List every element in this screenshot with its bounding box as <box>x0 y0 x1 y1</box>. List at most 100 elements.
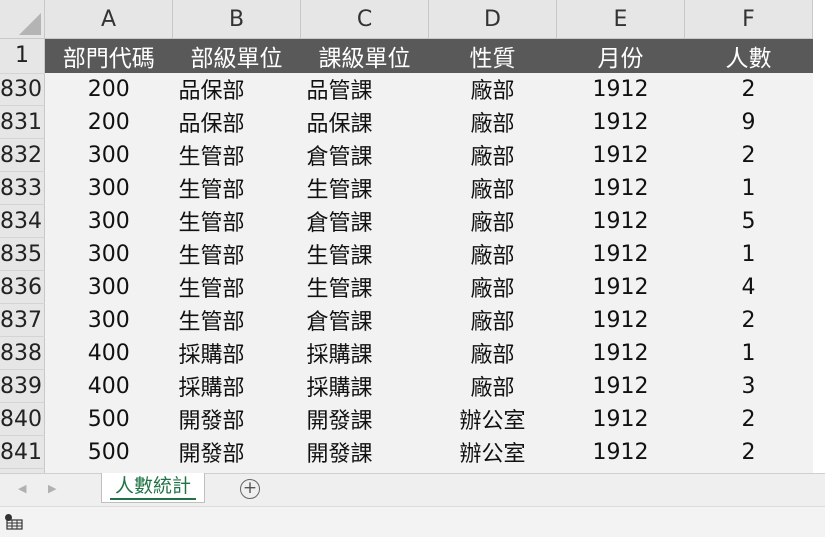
column-header-b[interactable]: B <box>172 0 301 39</box>
row-header[interactable]: 841 <box>0 435 45 469</box>
add-sheet-plus-icon[interactable]: + <box>240 479 260 499</box>
cell-nature[interactable]: 廠部 <box>428 336 557 370</box>
cell-section[interactable]: 開發課 <box>300 435 429 469</box>
cell-division[interactable]: 開發部 <box>172 435 301 469</box>
cell-nature[interactable]: 廠部 <box>428 237 557 271</box>
cell-nature[interactable]: 辦公室 <box>428 402 557 436</box>
cell-headcount[interactable]: 2 <box>684 435 813 469</box>
header-cell-division[interactable]: 部級單位 <box>172 38 301 73</box>
cell-section[interactable]: 倉管課 <box>300 138 429 172</box>
row-header[interactable]: 832 <box>0 138 45 172</box>
cell-month[interactable]: 1912 <box>556 237 685 271</box>
cell-section[interactable]: 採購課 <box>300 369 429 403</box>
row-header[interactable]: 1 <box>0 38 45 74</box>
column-header-c[interactable]: C <box>300 0 429 39</box>
cell-division[interactable]: 採購部 <box>172 336 301 370</box>
cell-headcount[interactable]: 9 <box>684 105 813 139</box>
cell-dept-code[interactable]: 300 <box>44 171 173 205</box>
cell-section[interactable]: 倉管課 <box>300 204 429 238</box>
cell-month[interactable]: 1912 <box>556 303 685 337</box>
column-header-e[interactable]: E <box>556 0 685 39</box>
column-header-f[interactable]: F <box>684 0 813 39</box>
cell-headcount[interactable]: 1 <box>684 336 813 370</box>
cell-month[interactable]: 1912 <box>556 171 685 205</box>
cell-division[interactable]: 品保部 <box>172 105 301 139</box>
cell-month[interactable]: 1912 <box>556 270 685 304</box>
cell-headcount[interactable]: 5 <box>684 204 813 238</box>
row-header[interactable]: 837 <box>0 303 45 337</box>
cell-headcount[interactable]: 4 <box>684 270 813 304</box>
cell-division[interactable]: 品保部 <box>172 73 301 106</box>
cell-headcount[interactable]: 3 <box>684 369 813 403</box>
cell-dept-code[interactable]: 300 <box>44 204 173 238</box>
cell-dept-code[interactable]: 300 <box>44 303 173 337</box>
cell-month[interactable]: 1912 <box>556 336 685 370</box>
cell-headcount[interactable]: 2 <box>684 138 813 172</box>
cell-dept-code[interactable]: 200 <box>44 105 173 139</box>
cell-division[interactable]: 生管部 <box>172 138 301 172</box>
column-header-a[interactable]: A <box>44 0 173 39</box>
cell-dept-code[interactable]: 300 <box>44 138 173 172</box>
select-all-corner[interactable] <box>0 0 45 39</box>
row-header[interactable]: 834 <box>0 204 45 238</box>
cell-dept-code[interactable]: 400 <box>44 369 173 403</box>
row-header[interactable]: 840 <box>0 402 45 436</box>
cell-dept-code[interactable]: 500 <box>44 402 173 436</box>
cell-dept-code[interactable]: 200 <box>44 73 173 106</box>
header-cell-headcount[interactable]: 人數 <box>684 38 813 73</box>
row-header[interactable]: 838 <box>0 336 45 370</box>
column-header-d[interactable]: D <box>428 0 557 39</box>
cell-month[interactable]: 1912 <box>556 435 685 469</box>
cell-section[interactable]: 品保課 <box>300 105 429 139</box>
cell-section[interactable]: 採購課 <box>300 336 429 370</box>
cell-division[interactable]: 生管部 <box>172 303 301 337</box>
cell-dept-code[interactable]: 500 <box>44 435 173 469</box>
cell-month[interactable]: 1912 <box>556 138 685 172</box>
cell-section[interactable]: 倉管課 <box>300 303 429 337</box>
cell-month[interactable]: 1912 <box>556 402 685 436</box>
cell-month[interactable]: 1912 <box>556 105 685 139</box>
cell-section[interactable]: 生管課 <box>300 171 429 205</box>
cell-division[interactable]: 生管部 <box>172 171 301 205</box>
cell-nature[interactable]: 廠部 <box>428 369 557 403</box>
cell-section[interactable]: 品管課 <box>300 73 429 106</box>
cell-nature[interactable]: 廠部 <box>428 303 557 337</box>
cell-month[interactable]: 1912 <box>556 369 685 403</box>
cell-month[interactable]: 1912 <box>556 73 685 106</box>
header-cell-month[interactable]: 月份 <box>556 38 685 73</box>
cell-headcount[interactable]: 1 <box>684 237 813 271</box>
cell-dept-code[interactable]: 300 <box>44 237 173 271</box>
header-cell-dept-code[interactable]: 部門代碼 <box>44 38 173 73</box>
cell-division[interactable]: 採購部 <box>172 369 301 403</box>
cell-month[interactable]: 1912 <box>556 204 685 238</box>
header-cell-nature[interactable]: 性質 <box>428 38 557 73</box>
sheet-tab-active[interactable]: 人數統計 <box>101 473 205 503</box>
cell-nature[interactable]: 廠部 <box>428 270 557 304</box>
cell-section[interactable]: 生管課 <box>300 237 429 271</box>
cell-headcount[interactable]: 2 <box>684 73 813 106</box>
cell-mode-icon[interactable] <box>4 513 23 530</box>
cell-headcount[interactable]: 2 <box>684 303 813 337</box>
row-header[interactable]: 836 <box>0 270 45 304</box>
cell-nature[interactable]: 廠部 <box>428 138 557 172</box>
cell-nature[interactable]: 廠部 <box>428 73 557 106</box>
row-header[interactable]: 833 <box>0 171 45 205</box>
header-cell-section[interactable]: 課級單位 <box>300 38 429 73</box>
cell-division[interactable]: 開發部 <box>172 402 301 436</box>
cell-section[interactable]: 生管課 <box>300 270 429 304</box>
cell-nature[interactable]: 廠部 <box>428 105 557 139</box>
row-header[interactable]: 830 <box>0 73 45 106</box>
cell-division[interactable]: 生管部 <box>172 270 301 304</box>
cell-division[interactable]: 生管部 <box>172 204 301 238</box>
cell-headcount[interactable]: 1 <box>684 171 813 205</box>
cell-nature[interactable]: 廠部 <box>428 171 557 205</box>
cell-nature[interactable]: 辦公室 <box>428 435 557 469</box>
prev-sheet-arrow-icon[interactable]: ◀ <box>18 482 26 495</box>
next-sheet-arrow-icon[interactable]: ▶ <box>48 482 56 495</box>
cell-headcount[interactable]: 2 <box>684 402 813 436</box>
row-header[interactable]: 831 <box>0 105 45 139</box>
row-header[interactable]: 839 <box>0 369 45 403</box>
cell-section[interactable]: 開發課 <box>300 402 429 436</box>
cell-dept-code[interactable]: 400 <box>44 336 173 370</box>
row-header[interactable]: 835 <box>0 237 45 271</box>
